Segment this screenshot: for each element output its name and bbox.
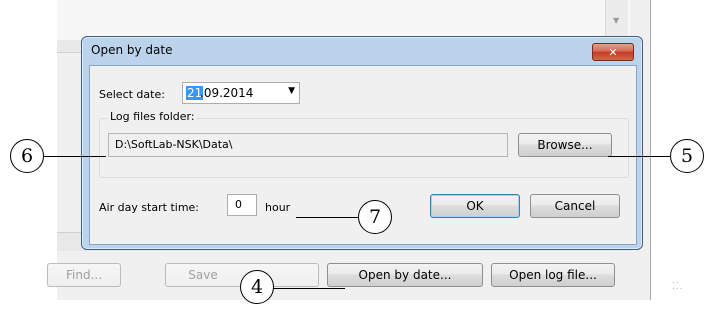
callout-4: 4: [240, 270, 274, 304]
callout-5-leader: [608, 156, 670, 157]
close-icon: ✕: [608, 45, 618, 59]
open-log-file-button[interactable]: Open log file...: [491, 263, 615, 287]
open-by-date-label: Open by date...: [358, 268, 452, 282]
callout-6: 6: [10, 139, 44, 173]
log-folder-label: Log files folder:: [108, 110, 197, 123]
resize-grip-icon[interactable]: . .. . .: [672, 277, 682, 292]
browse-button-label: Browse...: [537, 138, 593, 152]
callout-6-leader: [40, 156, 106, 157]
browse-button[interactable]: Browse...: [518, 133, 612, 157]
save-button-label: Save: [188, 268, 218, 282]
callout-7: 7: [358, 200, 392, 234]
callout-7-leader: [296, 217, 358, 218]
log-folder-path-field[interactable]: D:\SoftLab-NSK\Data\: [108, 133, 508, 157]
date-picker[interactable]: 21 .09.2014 ▼: [182, 82, 300, 104]
background-list: [57, 0, 630, 41]
close-button[interactable]: ✕: [592, 43, 634, 61]
find-button-label: Find...: [65, 268, 103, 282]
cancel-button-label: Cancel: [554, 199, 596, 213]
dialog-title: Open by date: [91, 43, 173, 57]
ok-button[interactable]: OK: [430, 194, 520, 218]
find-button[interactable]: Find...: [47, 263, 121, 287]
log-folder-group: Log files folder: D:\SoftLab-NSK\Data\ B…: [99, 110, 629, 178]
air-day-hour-input[interactable]: 0: [227, 194, 257, 216]
cancel-button[interactable]: Cancel: [530, 194, 620, 218]
callout-5: 5: [670, 139, 704, 173]
select-date-label: Select date:: [99, 88, 165, 101]
background-scrollbar[interactable]: ▼: [605, 0, 628, 40]
ok-button-label: OK: [466, 199, 484, 213]
date-month-year: .09.2014: [200, 86, 254, 100]
dropdown-arrow-icon[interactable]: ▼: [288, 86, 295, 96]
open-log-file-label: Open log file...: [509, 268, 597, 282]
hour-unit-label: hour: [265, 201, 291, 214]
callout-4-leader: [273, 288, 345, 289]
open-by-date-button[interactable]: Open by date...: [327, 263, 483, 287]
scroll-down-arrow-icon[interactable]: ▼: [613, 16, 619, 25]
air-day-start-label: Air day start time:: [99, 201, 200, 214]
